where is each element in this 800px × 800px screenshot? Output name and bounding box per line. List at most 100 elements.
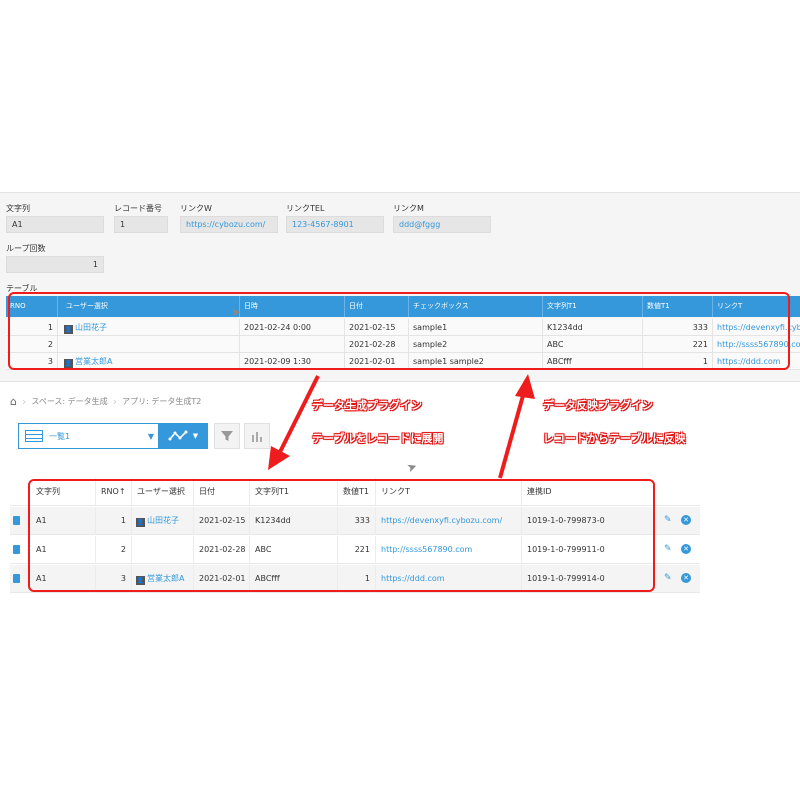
breadcrumb-space[interactable]: スペース: データ生成 (31, 396, 107, 407)
subtable-header-cell: ユーザー選択 (58, 296, 240, 317)
edit-icon[interactable]: ✎ (664, 515, 672, 525)
edit-icon[interactable]: ✎ (664, 573, 672, 583)
list-header-cell[interactable]: 日付 (193, 478, 249, 506)
user-icon: 👤 (136, 576, 145, 585)
subtable-cell-link[interactable]: https://devenxyfi.cybozu.com/ (713, 319, 800, 336)
graph-button[interactable] (244, 423, 270, 449)
subtable-cell-number: 221 (643, 336, 713, 353)
view-selector[interactable]: 一覧1 ▼ ▼ (18, 423, 208, 449)
field-value-link-web[interactable]: https://cybozu.com/ (180, 216, 278, 233)
table-row[interactable]: A1 1 👤 山田花子 2021-02-15 K1234dd 333 https:… (10, 507, 700, 535)
subtable-header-cell: 数値T1 (643, 296, 713, 317)
record-detail-icon[interactable] (13, 516, 20, 525)
list-cell-date: 2021-02-15 (193, 507, 249, 535)
list-cell-number: 221 (337, 536, 375, 564)
list-cell-link-id: 1019-1-0-799873-0 (521, 507, 651, 535)
subtable-cell-string: K1234dd (543, 319, 643, 336)
field-label-record-number: レコード番号 (114, 204, 162, 213)
list-cell-link[interactable]: https://devenxyfi.cybozu.com/ (375, 507, 521, 535)
list-cell-string-t1: K1234dd (249, 507, 337, 535)
line-graph-icon (168, 430, 188, 441)
list-cell-string: A1 (36, 545, 47, 554)
record-detail-icon[interactable] (13, 574, 20, 583)
subtable-cell-datetime: 2021-02-24 0:00 (240, 319, 345, 336)
view-dropdown[interactable]: 一覧1 ▼ (19, 424, 159, 448)
bar-chart-icon (252, 432, 262, 442)
edit-icon[interactable]: ✎ (664, 544, 672, 554)
list-cell-rno: 3 (95, 565, 131, 593)
user-icon: 👤 (136, 518, 145, 527)
list-header-cell[interactable]: 文字列 (31, 478, 95, 506)
record-detail-icon[interactable] (13, 545, 20, 554)
subtable-cell-datetime: 2021-02-09 1:30 (240, 353, 345, 370)
list-cell-number: 333 (337, 507, 375, 535)
filter-button[interactable] (214, 423, 240, 449)
subtable-cell-date: 2021-02-15 (345, 319, 409, 336)
delete-icon[interactable]: ✕ (681, 515, 691, 525)
chevron-down-icon: ▼ (192, 432, 199, 440)
subtable-cell-rno: 3 (6, 353, 58, 370)
field-label-link-tel: リンクTEL (286, 204, 325, 213)
delete-icon[interactable]: ✕ (681, 544, 691, 554)
list-cell-link[interactable]: http://ssss567890.com (375, 536, 521, 564)
user-link[interactable]: 営業太郎A (75, 357, 112, 366)
mouse-cursor-icon: ➤ (404, 458, 420, 476)
list-cell-number: 1 (337, 565, 375, 593)
subtable-header-cell: リンクT (717, 302, 743, 310)
subtable-cell-number: 1 (643, 353, 713, 370)
subtable-row: 3 👤 営業太郎A 2021-02-09 1:30 2021-02-01 samp… (6, 353, 800, 370)
subtable-cell-checkbox: sample1 sample2 (409, 353, 543, 370)
table-view-icon (25, 430, 43, 442)
list-header-cell[interactable]: 連携ID (521, 478, 651, 506)
annotation-right-desc: レコードからテーブルに反映 (543, 432, 686, 445)
list-cell-string-t1: ABCfff (249, 565, 337, 593)
list-cell-link[interactable]: https://ddd.com (375, 565, 521, 593)
user-icon: 👤 (64, 359, 73, 368)
subtable-cell-checkbox: sample1 (409, 319, 543, 336)
list-header-cell[interactable]: リンクT (375, 478, 521, 506)
breadcrumb-app[interactable]: アプリ: データ生成T2 (122, 396, 201, 407)
subtable-header-cell: チェックボックス (409, 296, 543, 317)
list-header-cell[interactable]: ユーザー選択 (131, 478, 193, 506)
delete-icon[interactable]: ✕ (681, 573, 691, 583)
table-label: テーブル (6, 284, 38, 293)
list-header-cell[interactable]: RNO↑ (95, 478, 131, 506)
list-cell-string-t1: ABC (249, 536, 337, 564)
table-row[interactable]: A1 2 2021-02-28 ABC 221 http://ssss56789… (10, 536, 700, 564)
subtable-cell-link[interactable]: https://ddd.com (713, 353, 800, 370)
arrow-head (268, 446, 290, 470)
graph-dropdown[interactable]: ▼ (159, 424, 207, 448)
subtable-cell-user: 👤 山田花子 (58, 319, 240, 336)
field-value-loop-count: 1 (6, 256, 104, 273)
subtable-cell-date: 2021-02-01 (345, 353, 409, 370)
field-label-link-web: リンクW (180, 204, 212, 213)
user-link[interactable]: 営業太郎A (147, 574, 184, 583)
subtable-header-cell: RNO (6, 296, 58, 317)
user-icon: 👤 (64, 325, 73, 334)
list-cell-date: 2021-02-28 (193, 536, 249, 564)
user-link[interactable]: 山田花子 (147, 516, 179, 525)
field-value-string: A1 (6, 216, 104, 233)
chevron-down-icon: ▼ (147, 431, 154, 441)
user-link[interactable]: 山田花子 (75, 323, 107, 332)
list-cell-link-id: 1019-1-0-799911-0 (521, 536, 651, 564)
subtable-header-cell: 文字列T1 (543, 296, 643, 317)
subtable-cell-number: 333 (643, 319, 713, 336)
home-icon[interactable]: ⌂ (10, 395, 17, 408)
field-label-loop-count: ループ回数 (6, 244, 46, 253)
subtable: RNO ユーザー選択 日時 日付 チェックボックス 文字列T1 数値T1 リンク… (6, 296, 800, 371)
subtable-cell-date: 2021-02-28 (345, 336, 409, 353)
chevron-right-icon: › (21, 394, 27, 408)
table-row[interactable]: A1 3 👤 営業太郎A 2021-02-01 ABCfff 1 https://… (10, 565, 700, 593)
list-cell-rno: 1 (95, 507, 131, 535)
breadcrumb: ⌂ › スペース: データ生成 › アプリ: データ生成T2 (10, 392, 201, 410)
list-cell-date: 2021-02-01 (193, 565, 249, 593)
field-value-link-tel[interactable]: 123-4567-8901 (286, 216, 384, 233)
list-header-cell[interactable]: 数値T1 (337, 478, 375, 506)
list-cell-user: 👤 営業太郎A (131, 565, 193, 593)
field-value-link-mail[interactable]: ddd@fggg (393, 216, 491, 233)
list-cell-user (131, 536, 193, 564)
list-header-cell[interactable]: 文字列T1 (249, 478, 337, 506)
subtable-cell-link[interactable]: http://ssss567890.com (713, 336, 800, 353)
field-label-string: 文字列 (6, 204, 30, 213)
